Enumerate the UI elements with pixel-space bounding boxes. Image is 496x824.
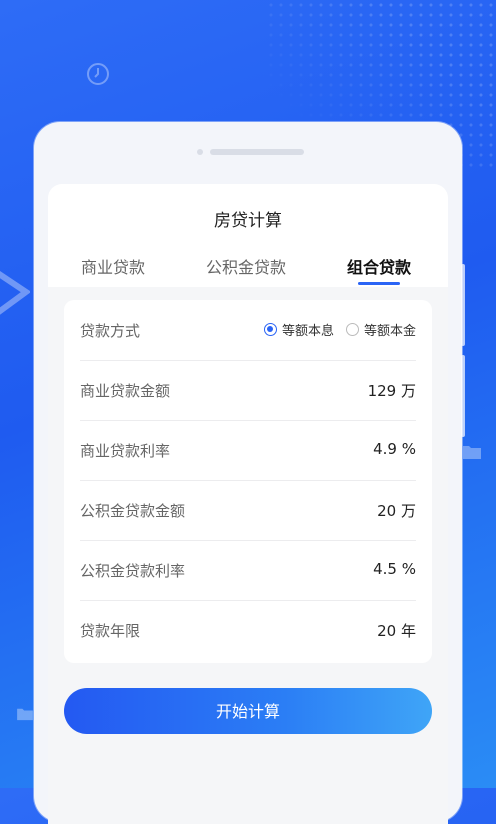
commercial-rate-value[interactable]: 4.9 % [373, 440, 416, 458]
loan-term-value[interactable]: 20 年 [377, 620, 416, 641]
phone-side-button [461, 355, 465, 437]
option-equal-installment[interactable]: 等额本息 [263, 320, 334, 339]
app-screen: 房贷计算 商业贷款 公积金贷款 组合贷款 贷款方式 等额本息 等额本金 商业贷款… [48, 184, 448, 824]
active-tab-indicator [358, 282, 400, 285]
loan-form-card: 贷款方式 等额本息 等额本金 商业贷款金额 129 万 商业贷款利率 4.9 %… [64, 300, 432, 663]
clock-icon [86, 62, 110, 90]
loan-type-tabs: 商业贷款 公积金贷款 组合贷款 [48, 254, 448, 284]
provident-rate-row[interactable]: 公积金贷款利率 4.5 % [80, 540, 416, 601]
loan-term-row[interactable]: 贷款年限 20 年 [80, 600, 416, 660]
field-label: 贷款年限 [80, 622, 141, 640]
app-header: 房贷计算 商业贷款 公积金贷款 组合贷款 [48, 184, 448, 287]
start-calculation-button[interactable]: 开始计算 [64, 688, 432, 734]
field-label: 商业贷款利率 [80, 442, 171, 460]
option-equal-principal[interactable]: 等额本金 [345, 320, 416, 339]
field-label: 公积金贷款金额 [80, 502, 186, 520]
repayment-method-row: 贷款方式 等额本息 等额本金 [80, 300, 416, 361]
tab-provident-fund-loan[interactable]: 公积金贷款 [206, 254, 286, 278]
provident-amount-value[interactable]: 20 万 [377, 500, 416, 521]
radio-checked-icon[interactable] [263, 323, 277, 336]
page-title: 房贷计算 [214, 211, 282, 231]
tab-commercial-loan[interactable]: 商业贷款 [81, 254, 145, 278]
field-label: 公积金贷款利率 [80, 562, 186, 580]
triangle-icon [0, 270, 32, 320]
speaker-bar [210, 149, 304, 155]
folder-icon [16, 706, 34, 725]
camera-dot [197, 149, 203, 155]
option-label: 等额本金 [363, 324, 416, 339]
folder-icon [462, 444, 482, 464]
commercial-amount-row[interactable]: 商业贷款金额 129 万 [80, 360, 416, 421]
provident-amount-row[interactable]: 公积金贷款金额 20 万 [80, 480, 416, 541]
radio-unchecked-icon[interactable] [345, 323, 359, 336]
phone-frame: 房贷计算 商业贷款 公积金贷款 组合贷款 贷款方式 等额本息 等额本金 商业贷款… [34, 122, 462, 824]
repayment-method-label: 贷款方式 [80, 322, 141, 340]
option-label: 等额本息 [281, 324, 334, 339]
commercial-amount-value[interactable]: 129 万 [368, 380, 416, 401]
commercial-rate-row[interactable]: 商业贷款利率 4.9 % [80, 420, 416, 481]
phone-side-button [461, 264, 465, 346]
repayment-method-radio-group: 等额本息 等额本金 [263, 320, 416, 339]
provident-rate-value[interactable]: 4.5 % [373, 560, 416, 578]
field-label: 商业贷款金额 [80, 382, 171, 400]
tab-combined-loan[interactable]: 组合贷款 [347, 254, 411, 278]
